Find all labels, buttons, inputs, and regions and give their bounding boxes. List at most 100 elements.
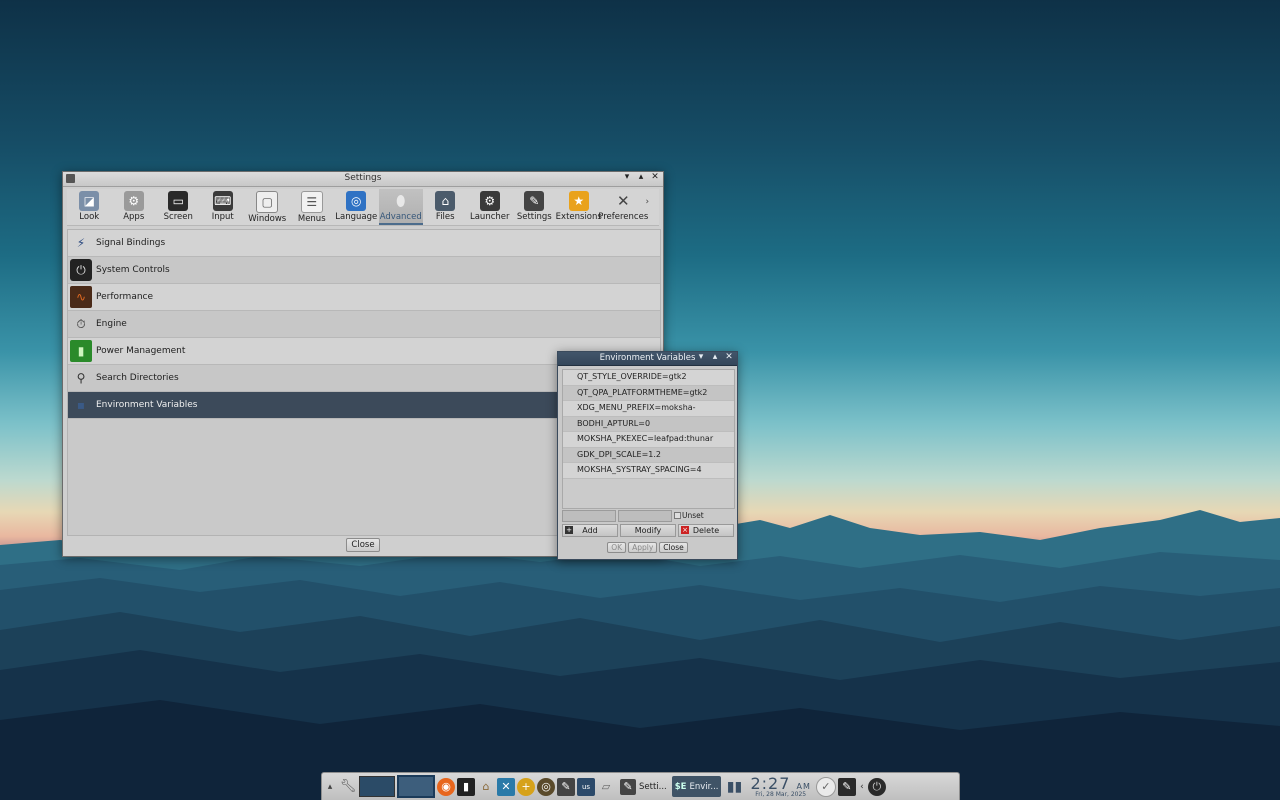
delete-label: Delete [692, 526, 720, 535]
apply-button[interactable]: Apply [628, 542, 658, 553]
desktop-pager-1[interactable] [359, 776, 395, 797]
terminal-icon[interactable]: ▮ [457, 777, 475, 796]
toolbar-label: Settings [516, 212, 552, 222]
file-manager-icon[interactable]: ⌂ [477, 778, 495, 796]
power-button-icon[interactable]: ⏻ [867, 777, 886, 796]
unset-label: Unset [682, 511, 704, 520]
toolbar-label: Advanced [379, 212, 422, 222]
desktop-pager-2[interactable] [397, 775, 435, 798]
preferences-icon: ✕ [616, 192, 630, 210]
env-titlebar[interactable]: Environment Variables ▾ ▴ ✕ [558, 352, 737, 366]
power-icon: ⏻ [70, 259, 92, 281]
env-variable-row[interactable]: QT_QPA_PLATFORMTHEME=gtk2 [563, 385, 734, 401]
input-icon: ⌨ [212, 191, 233, 211]
battery-icon: ▮ [70, 340, 92, 362]
modify-label: Modify [634, 526, 662, 535]
env-variable-list: QT_STYLE_OVERRIDE=gtk2 QT_QPA_PLATFORMTH… [562, 369, 735, 509]
toolbar-launcher[interactable]: ⚙ Launcher [468, 189, 513, 225]
list-item-label: Search Directories [96, 373, 179, 383]
close-window-button[interactable]: ✕ [651, 172, 659, 182]
toolbar-label: Language [335, 212, 378, 222]
modify-button[interactable]: Modify [620, 524, 676, 537]
checkmark-icon[interactable]: ✓ [815, 776, 836, 797]
toolbar-settings[interactable]: ✎ Settings [512, 189, 557, 225]
resource-meter-icon[interactable]: ▮▮ [723, 776, 745, 797]
settings-app-icon[interactable]: ✎ [557, 777, 575, 796]
task-label: Setti... [639, 781, 667, 792]
chevron-up-icon[interactable]: ▴ [323, 776, 337, 797]
toolbar-windows[interactable]: ▢ Windows [245, 189, 290, 225]
toolbar-menus[interactable]: ☰ Menus [290, 189, 335, 225]
toolbar-input[interactable]: ⌨ Input [201, 189, 246, 225]
env-variable-row[interactable]: BODHI_APTURL=0 [563, 416, 734, 432]
env-variable-row[interactable]: MOKSHA_PKEXEC=leafpad:thunar [563, 432, 734, 448]
env-name-input[interactable] [562, 509, 616, 522]
add-label: Add [582, 526, 598, 535]
list-item-performance[interactable]: ∿ Performance [68, 284, 660, 311]
gear-icon: ⚙ [123, 191, 144, 211]
add-button[interactable]: + Add [562, 524, 618, 537]
toolbar-label: Look [79, 212, 100, 222]
toolbar-advanced[interactable]: ⬮ Advanced [378, 189, 423, 225]
minimize-button[interactable]: ▾ [623, 172, 631, 182]
menus-icon: ☰ [300, 191, 323, 213]
toolbar-extensions[interactable]: ★ Extensions [556, 189, 602, 225]
wrench-icon[interactable]: 🔧︎ [339, 778, 357, 796]
engine-icon: ⏱ [76, 316, 86, 331]
toolbar-label: Input [211, 212, 234, 222]
drive-icon[interactable]: ▱ [597, 778, 615, 796]
env-variable-row[interactable]: QT_STYLE_OVERRIDE=gtk2 [563, 370, 734, 386]
toolbar-screen[interactable]: ▭ Screen [156, 189, 201, 225]
clock[interactable]: 2:27 AM Fri, 28 Mar, 2025 [750, 775, 810, 798]
toolbar-preferences[interactable]: ✕ Preferences [598, 189, 649, 225]
env-variable-row[interactable]: XDG_MENU_PREFIX=moksha- [563, 401, 734, 417]
settings-close-button[interactable]: Close [346, 538, 380, 552]
task-settings[interactable]: ✎ Setti... [617, 776, 670, 797]
toolbar-look[interactable]: ◪ Look [67, 189, 112, 225]
list-item-engine[interactable]: ⏱ Engine [68, 311, 660, 338]
toolbar-label: Preferences [598, 212, 649, 222]
software-icon[interactable]: + [517, 777, 535, 796]
env-close-window-button[interactable]: ✕ [725, 352, 733, 362]
list-item-system-controls[interactable]: ⏻ System Controls [68, 257, 660, 284]
env-value-input[interactable] [618, 509, 672, 522]
env-dialog: Environment Variables ▾ ▴ ✕ QT_STYLE_OVE… [557, 351, 738, 560]
env-minimize-button[interactable]: ▾ [697, 352, 705, 362]
toolbar-label: Apps [123, 212, 145, 222]
toolbar-apps[interactable]: ⚙ Apps [112, 189, 157, 225]
maximize-button[interactable]: ▴ [637, 172, 645, 182]
signal-bindings-icon: ⚡ [76, 236, 86, 250]
keyboard-layout-icon[interactable]: us [577, 777, 595, 796]
toolbar-language[interactable]: ◎ Language [334, 189, 379, 225]
env-variable-row[interactable]: GDK_DPI_SCALE=1.2 [563, 447, 734, 463]
env-maximize-button[interactable]: ▴ [711, 352, 719, 362]
task-env[interactable]: $E Envir... [671, 776, 722, 797]
toolbar-overflow[interactable]: › [646, 189, 658, 225]
unset-checkbox[interactable] [674, 512, 681, 519]
screen-icon: ▭ [168, 191, 189, 211]
performance-icon: ∿ [70, 286, 92, 308]
env-icon: ▪ [76, 398, 86, 412]
launcher-icon: ⚙ [479, 191, 500, 211]
delete-button[interactable]: × Delete [678, 524, 734, 537]
tools-icon[interactable]: ✕ [497, 777, 515, 796]
clock-date: Fri, 28 Mar, 2025 [755, 790, 807, 798]
list-item-label: Signal Bindings [96, 238, 166, 248]
windows-icon: ▢ [256, 191, 279, 213]
firefox-icon[interactable]: ◉ [437, 777, 455, 796]
list-item-label: Power Management [96, 346, 186, 356]
env-close-button[interactable]: Close [659, 542, 688, 553]
media-icon[interactable]: ◎ [537, 777, 555, 796]
settings-title: Settings [344, 173, 382, 183]
list-item-signal-bindings[interactable]: ⚡ Signal Bindings [68, 230, 660, 257]
toolbar-files[interactable]: ⌂ Files [423, 189, 468, 225]
settings-titlebar[interactable]: Settings ▾ ▴ ✕ [63, 172, 663, 187]
list-item-label: Performance [96, 292, 154, 302]
list-item-label: Engine [96, 319, 127, 329]
ok-button[interactable]: OK [607, 542, 627, 553]
chevron-left-icon[interactable]: ‹ [858, 776, 866, 797]
env-variable-row[interactable]: MOKSHA_SYSTRAY_SPACING=4 [563, 463, 734, 479]
pen-icon[interactable]: ✎ [837, 777, 856, 796]
delete-icon: × [681, 526, 689, 534]
settings-toolbar: ◪ Look ⚙ Apps ▭ Screen ⌨ Input ▢ Windows… [67, 189, 659, 226]
